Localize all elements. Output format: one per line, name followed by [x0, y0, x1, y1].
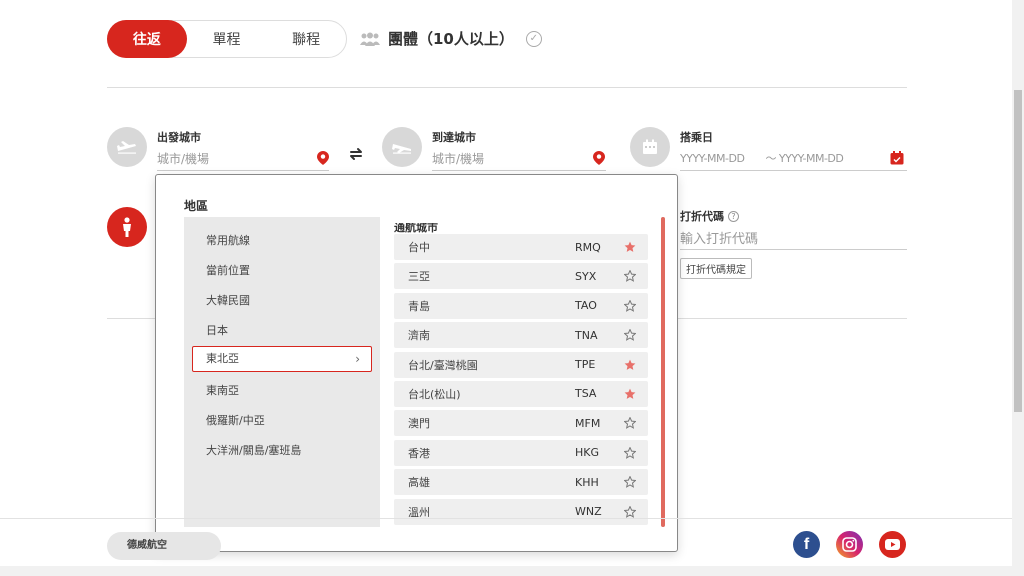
calendar-red-icon[interactable]	[890, 151, 904, 165]
city-row[interactable]: 香港 HKG	[394, 439, 648, 466]
promo-code-input[interactable]: 輸入打折代碼	[680, 228, 907, 250]
region-item-label: 東北亞	[206, 352, 239, 365]
trip-type-roundtrip[interactable]: 往返	[107, 19, 187, 58]
promo-code-label-text: 打折代碼	[680, 210, 724, 223]
city-code: RMQ	[575, 240, 601, 254]
footer-pill[interactable]: 德威航空	[107, 532, 221, 560]
instagram-icon[interactable]	[836, 531, 863, 558]
city-list-scrollbar[interactable]	[661, 217, 665, 527]
location-pin-icon[interactable]	[593, 151, 605, 165]
city-name: 台北(松山)	[408, 387, 461, 401]
city-name: 三亞	[408, 270, 430, 284]
date-label: 搭乘日	[680, 131, 713, 144]
swap-icon	[350, 148, 362, 160]
group-people-icon	[360, 32, 380, 46]
cities-title: 通航城市	[394, 221, 438, 234]
scrollbar-thumb[interactable]	[661, 217, 665, 527]
departure-label: 出發城市	[157, 131, 201, 144]
region-item[interactable]: 東南亞	[206, 382, 239, 398]
region-item[interactable]: 大洋洲/關島/塞班島	[206, 442, 301, 458]
trip-type-toggle: 往返 單程 聯程	[107, 19, 347, 58]
facebook-icon[interactable]: f	[793, 531, 820, 558]
youtube-icon[interactable]	[879, 531, 906, 558]
city-code: TAO	[575, 299, 597, 313]
trip-type-multicity[interactable]: 聯程	[266, 20, 346, 58]
city-code: SYX	[575, 269, 597, 283]
city-code: TPE	[575, 358, 596, 372]
city-row[interactable]: 溫州 WNZ	[394, 498, 648, 525]
star-outline-icon[interactable]	[624, 476, 636, 489]
star-outline-icon[interactable]	[624, 446, 636, 459]
city-picker-dropdown: 地區 常用航線 當前位置 大韓民國 日本 東北亞 › 東南亞 俄羅斯/中亞 大洋…	[155, 174, 678, 552]
city-name: 濟南	[408, 329, 430, 343]
city-code: HKG	[575, 446, 600, 460]
passenger-icon[interactable]	[107, 207, 147, 247]
city-row[interactable]: 台北/臺灣桃園 TPE	[394, 351, 648, 378]
star-outline-icon[interactable]	[624, 505, 636, 518]
star-outline-icon[interactable]	[624, 299, 636, 312]
city-code: TSA	[575, 387, 597, 401]
page-scrollbar-thumb[interactable]	[1014, 90, 1022, 412]
help-icon[interactable]: ?	[728, 210, 739, 222]
region-title: 地區	[184, 199, 209, 213]
region-item-selected[interactable]: 東北亞 ›	[192, 346, 372, 372]
date-from: YYYY-MM-DD	[680, 152, 745, 165]
city-row[interactable]: 台中 RMQ	[394, 234, 648, 260]
city-name: 香港	[408, 446, 430, 460]
chevron-right-icon: ›	[355, 352, 360, 366]
city-row[interactable]: 濟南 TNA	[394, 322, 648, 349]
swap-cities-button[interactable]	[344, 142, 368, 166]
check-circle-icon[interactable]: ✓	[525, 30, 542, 47]
landing-icon	[382, 127, 422, 167]
region-item[interactable]: 當前位置	[206, 262, 250, 278]
date-to: ～ YYYY-MM-DD	[765, 152, 844, 165]
location-pin-icon[interactable]	[317, 151, 329, 165]
arrival-label: 到達城市	[432, 131, 476, 144]
city-code: WNZ	[575, 505, 602, 519]
city-row[interactable]: 澳門 MFM	[394, 410, 648, 437]
promo-rules-button[interactable]: 打折代碼規定	[680, 258, 752, 279]
region-item[interactable]: 大韓民國	[206, 292, 250, 308]
city-code: MFM	[575, 416, 601, 430]
city-name: 高雄	[408, 476, 430, 490]
promo-code-label: 打折代碼 ?	[680, 208, 739, 224]
star-outline-icon[interactable]	[624, 270, 636, 283]
city-list: 台中 RMQ 三亞 SYX 青島 TAO 濟南 TNA 台北/臺灣桃園 TPE 台北(松山) TSA 澳…	[394, 234, 648, 528]
trip-type-oneway[interactable]: 單程	[187, 20, 267, 58]
city-row[interactable]: 青島 TAO	[394, 292, 648, 319]
date-range-input[interactable]: YYYY-MM-DD ～ YYYY-MM-DD	[680, 149, 907, 171]
star-outline-icon[interactable]	[624, 329, 636, 342]
group-booking-label: 團體（10人以上）	[388, 30, 514, 48]
star-filled-icon[interactable]	[624, 359, 636, 371]
group-booking-option[interactable]: 團體（10人以上） ✓	[360, 28, 542, 49]
takeoff-icon	[107, 127, 147, 167]
departure-input[interactable]: 城市/機場	[157, 149, 329, 171]
arrival-input[interactable]: 城市/機場	[432, 149, 606, 171]
city-code: TNA	[575, 328, 598, 342]
city-name: 台北/臺灣桃園	[408, 358, 478, 372]
star-outline-icon[interactable]	[624, 417, 636, 430]
region-item[interactable]: 日本	[206, 322, 228, 338]
horizontal-scrollbar	[0, 566, 1012, 576]
city-row[interactable]: 台北(松山) TSA	[394, 380, 648, 407]
star-filled-icon[interactable]	[624, 388, 636, 400]
divider	[107, 87, 907, 88]
calendar-icon	[630, 127, 670, 167]
region-item[interactable]: 俄羅斯/中亞	[206, 412, 265, 428]
city-code: KHH	[575, 475, 599, 489]
footer-divider	[0, 518, 1012, 519]
region-list: 常用航線 當前位置 大韓民國 日本 東北亞 › 東南亞 俄羅斯/中亞 大洋洲/關…	[184, 217, 380, 527]
city-row[interactable]: 三亞 SYX	[394, 263, 648, 290]
region-item[interactable]: 常用航線	[206, 232, 250, 248]
city-name: 青島	[408, 299, 430, 313]
city-row[interactable]: 高雄 KHH	[394, 469, 648, 496]
city-name: 台中	[408, 241, 430, 254]
star-filled-icon[interactable]	[624, 241, 636, 253]
city-name: 澳門	[408, 417, 430, 431]
